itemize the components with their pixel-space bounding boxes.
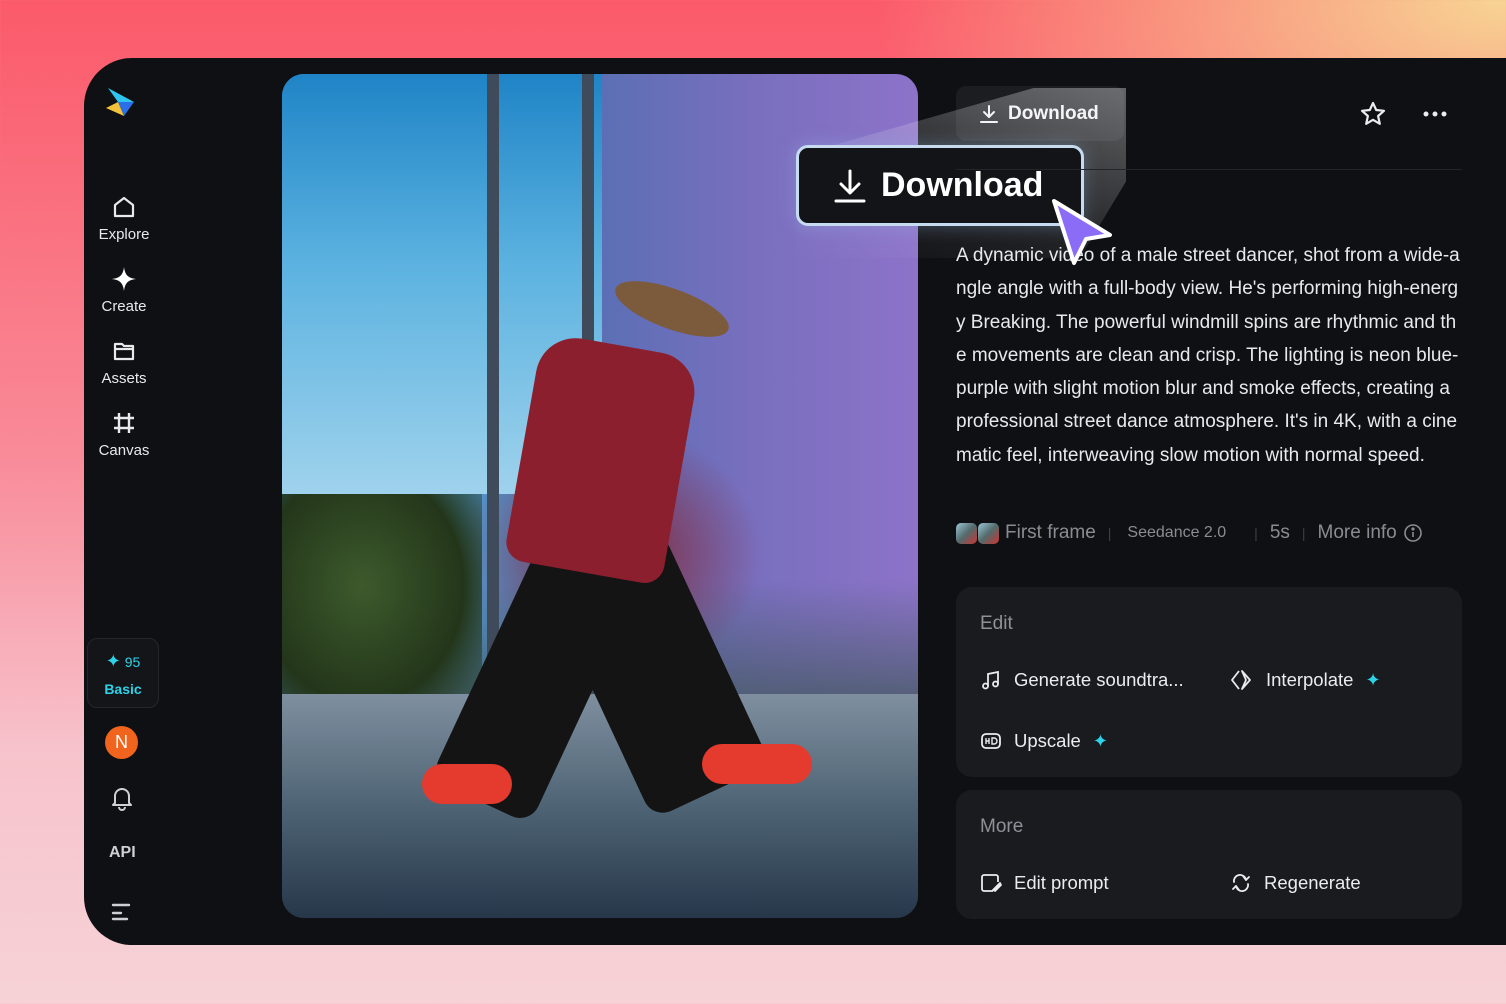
music-note-icon [982,670,999,690]
credits-badge[interactable]: ✦ 95 Basic [87,638,159,708]
more-info-link[interactable]: More info [1318,522,1423,544]
sidebar-item-label: Assets [101,370,147,387]
sidebar-item-create[interactable]: Create [84,266,164,315]
bell-icon[interactable] [109,785,135,811]
mouse-cursor-icon [1052,199,1112,265]
separator: | [1254,525,1258,541]
sidebar-item-label: Explore [98,226,150,243]
generate-soundtrack-button[interactable]: Generate soundtra... [980,669,1184,691]
window-mullion [487,74,499,694]
dancer-hat [608,269,736,349]
app-logo[interactable] [104,84,140,120]
model-label: Seedance 2.0 [1127,524,1227,541]
separator: | [1107,525,1112,541]
regenerate-button[interactable]: Regenerate [1230,872,1361,894]
dancer-shoe [702,744,812,784]
prompt-text: A dynamic video of a male street dancer,… [956,245,1460,466]
premium-sparkle-icon: ✦ [1092,730,1108,751]
sidebar-item-explore[interactable]: Explore [84,194,164,243]
app-window: Explore Create Assets Canvas ✦ 95 Basic … [84,58,1506,945]
canvas-frame-icon [114,413,134,433]
thumbnail [978,522,999,544]
edit-card: Edit Generate soundtra... Interpolate ✦ … [956,587,1462,777]
first-frame-thumbnails [956,522,999,544]
folder-icon [113,342,135,361]
sidebar-item-label: Canvas [98,442,150,459]
avatar[interactable]: N [105,726,138,759]
edit-card-title: Edit [980,613,1013,634]
download-button-highlight[interactable]: Download [796,145,1084,226]
hd-icon [981,733,1001,749]
sparkle-icon [112,267,136,291]
action-label: Generate soundtra... [1014,669,1184,690]
sidebar-item-assets[interactable]: Assets [84,338,164,387]
duration-label: 5s [1269,522,1290,543]
action-label: Edit prompt [1014,872,1109,893]
interpolate-button[interactable]: Interpolate ✦ [1230,669,1381,691]
action-label: Interpolate [1266,669,1354,690]
edit-prompt-button[interactable]: Edit prompt [980,872,1109,894]
credits-count: ✦ 95 [88,651,158,672]
api-link[interactable]: API [109,844,136,862]
download-button[interactable]: Download [956,86,1124,141]
sidebar-item-canvas[interactable]: Canvas [84,410,164,459]
more-info-label: More info [1317,522,1397,543]
thumbnail [956,522,977,544]
more-card-title: More [980,816,1024,837]
download-label: Download [881,166,1044,204]
download-icon [834,169,866,202]
more-card: More Edit prompt Regenerate [956,790,1462,919]
interpolate-icon [1231,670,1251,690]
credits-value: 95 [124,654,141,670]
first-frame-label: First frame [1005,522,1096,543]
regenerate-icon [1232,874,1250,892]
download-icon [980,104,998,123]
plan-label: Basic [104,681,142,697]
sparkle-icon: ✦ [105,651,121,671]
more-options-icon[interactable] [1421,100,1449,128]
generation-meta: First frame | Seedance 2.0 | 5s | More i… [956,520,1466,546]
video-plant [282,494,482,724]
dancer-shoe [422,764,512,804]
sidebar-item-label: Create [101,298,147,315]
home-icon [113,196,135,218]
action-label: Upscale [1014,730,1081,751]
upscale-button[interactable]: Upscale ✦ [980,730,1108,752]
download-label: Download [1008,102,1099,124]
action-label: Regenerate [1264,872,1361,893]
star-icon[interactable] [1359,100,1387,128]
video-floor [282,694,918,918]
premium-sparkle-icon: ✦ [1365,669,1381,690]
header-divider [956,169,1462,170]
info-icon [1403,524,1422,542]
menu-icon[interactable] [111,901,133,921]
separator: | [1301,525,1306,541]
edit-prompt-icon [981,874,1002,892]
